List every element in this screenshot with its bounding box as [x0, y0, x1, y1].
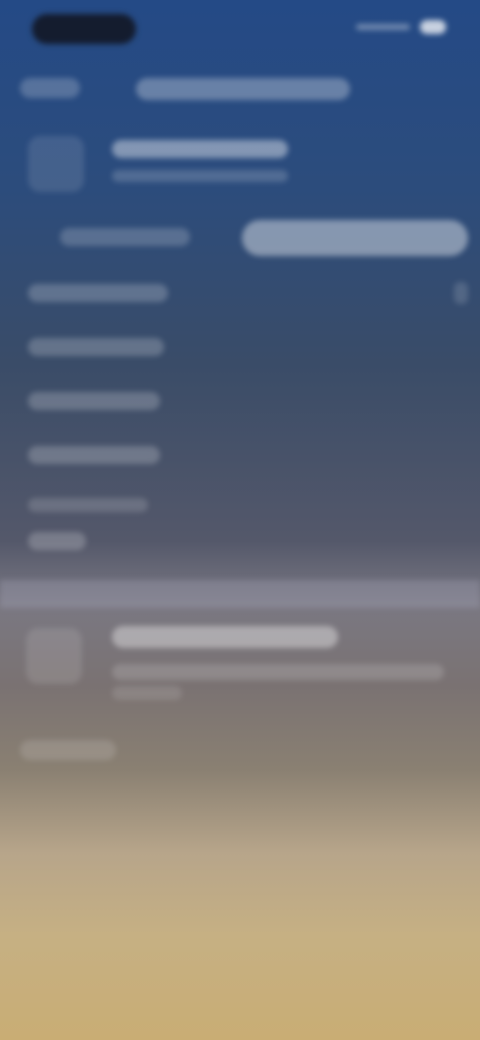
card-icon [26, 628, 82, 684]
list-item-label [28, 284, 168, 302]
list-item-label [28, 392, 160, 410]
page-title [136, 78, 350, 100]
battery-icon [420, 20, 446, 34]
footer-link[interactable] [20, 740, 116, 760]
header-title [112, 140, 288, 158]
status-icons [356, 20, 446, 34]
card-description [112, 664, 444, 680]
signal-icon [356, 24, 410, 30]
info-card[interactable] [20, 620, 460, 710]
chevron-right-icon [454, 282, 468, 304]
list-item[interactable] [20, 280, 468, 306]
section-divider [0, 580, 480, 608]
status-time-pill [32, 14, 136, 44]
list-item[interactable] [20, 528, 460, 554]
list-item-label [28, 498, 148, 512]
list-item-label [28, 532, 86, 550]
card-title [112, 626, 338, 648]
status-bar [0, 0, 480, 56]
header-app-icon [28, 136, 84, 192]
back-button[interactable] [20, 78, 80, 98]
header-subtitle [112, 170, 288, 182]
card-meta [112, 686, 182, 700]
segmented-control [20, 216, 470, 260]
navigation-bar [0, 60, 480, 116]
segment-right-selected[interactable] [242, 220, 468, 256]
list-item[interactable] [20, 334, 460, 360]
list-item-label [28, 446, 160, 464]
segment-left[interactable] [60, 228, 190, 246]
list-item-label [28, 338, 164, 356]
list-item[interactable] [20, 388, 460, 414]
header-card[interactable] [20, 130, 460, 200]
list-item[interactable] [20, 492, 460, 518]
list-item[interactable] [20, 442, 460, 468]
